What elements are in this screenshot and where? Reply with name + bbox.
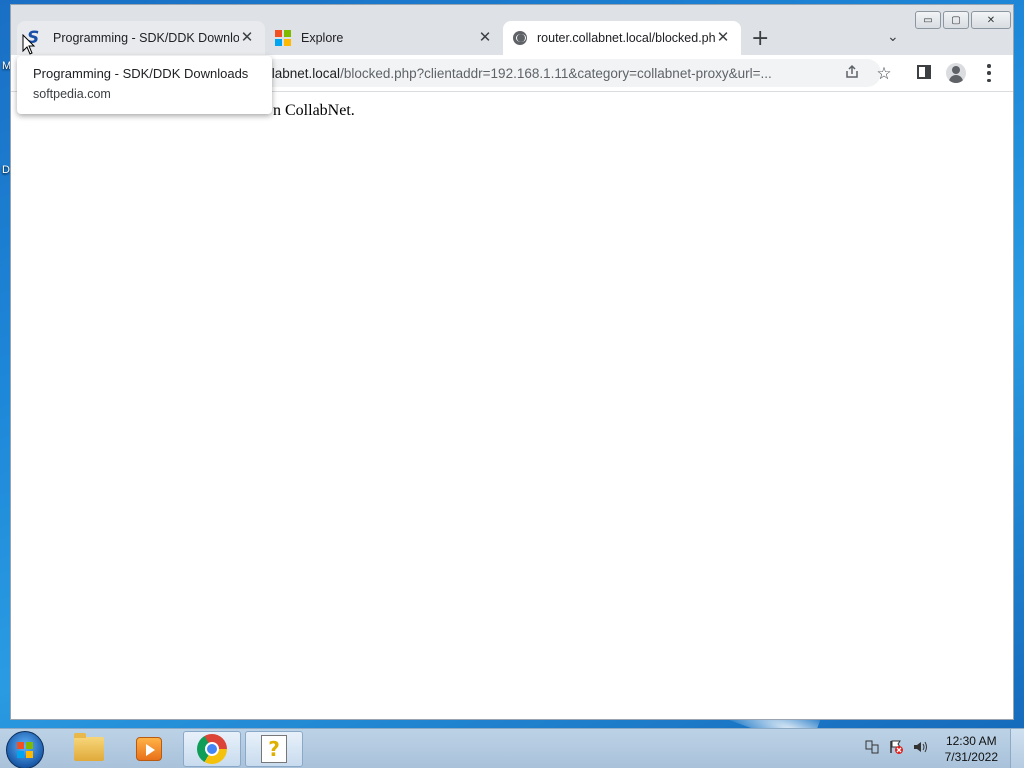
media-player-icon <box>136 737 162 761</box>
blocked-message-text: n CollabNet. <box>273 102 355 119</box>
volume-icon[interactable] <box>912 739 928 755</box>
clock-time: 12:30 AM <box>945 734 997 748</box>
hover-card-domain: softpedia.com <box>33 87 111 101</box>
new-tab-button[interactable]: + <box>751 28 769 50</box>
tab-explore[interactable]: Explore ✕ <box>265 21 503 55</box>
taskbar-help[interactable]: ? <box>245 731 303 767</box>
tab-title: Programming - SDK/DDK Downloads - Softpe… <box>53 31 239 45</box>
windows-flag-icon <box>17 742 33 758</box>
tab-softpedia[interactable]: S Programming - SDK/DDK Downloads - Soft… <box>17 21 265 55</box>
tab-search-chevron-icon[interactable]: ⌄ <box>887 29 899 45</box>
mouse-cursor-icon <box>22 34 36 55</box>
clock[interactable]: 12:30 AM 7/31/2022 <box>945 733 998 765</box>
tab-title: router.collabnet.local/blocked.php <box>537 31 715 45</box>
menu-kebab-icon[interactable] <box>987 64 991 82</box>
taskbar-file-explorer[interactable] <box>60 731 118 767</box>
help-question-icon: ? <box>261 735 287 763</box>
address-bar[interactable]: r.collabnet.local/blocked.php?clientaddr… <box>241 59 881 87</box>
show-desktop-button[interactable] <box>1010 729 1024 768</box>
close-tab-icon[interactable]: ✕ <box>715 30 731 46</box>
close-tab-icon[interactable]: ✕ <box>239 30 255 46</box>
bookmark-star-icon[interactable]: ☆ <box>874 64 894 84</box>
tab-hover-card: Programming - SDK/DDK Downloads softpedi… <box>17 56 272 114</box>
microsoft-favicon-icon <box>275 30 291 46</box>
globe-favicon-icon <box>513 31 527 45</box>
taskbar: ? 12:30 AM 7/31/2022 <box>0 728 1024 768</box>
url-path: /blocked.php?clientaddr=192.168.1.11&cat… <box>340 65 772 81</box>
share-icon[interactable] <box>842 64 862 84</box>
network-icon[interactable] <box>864 739 880 755</box>
chrome-icon <box>197 734 227 764</box>
folder-icon <box>74 733 104 761</box>
clock-date: 7/31/2022 <box>944 750 998 764</box>
page-content: n CollabNet. <box>11 91 1013 719</box>
taskbar-media-player[interactable] <box>120 731 178 767</box>
tab-blocked-page[interactable]: router.collabnet.local/blocked.php ✕ <box>503 21 741 55</box>
side-panel-icon[interactable] <box>917 65 931 79</box>
close-tab-icon[interactable]: ✕ <box>477 30 493 46</box>
tab-title: Explore <box>301 31 344 45</box>
system-tray <box>864 739 928 755</box>
taskbar-chrome[interactable] <box>183 731 241 767</box>
profile-avatar-icon[interactable] <box>946 63 966 83</box>
tab-strip: S Programming - SDK/DDK Downloads - Soft… <box>11 21 1013 55</box>
action-center-flag-icon[interactable] <box>888 739 904 755</box>
hover-card-title: Programming - SDK/DDK Downloads <box>33 66 249 81</box>
start-button[interactable] <box>6 731 44 768</box>
desktop-icon-fragment[interactable]: D <box>2 164 10 176</box>
